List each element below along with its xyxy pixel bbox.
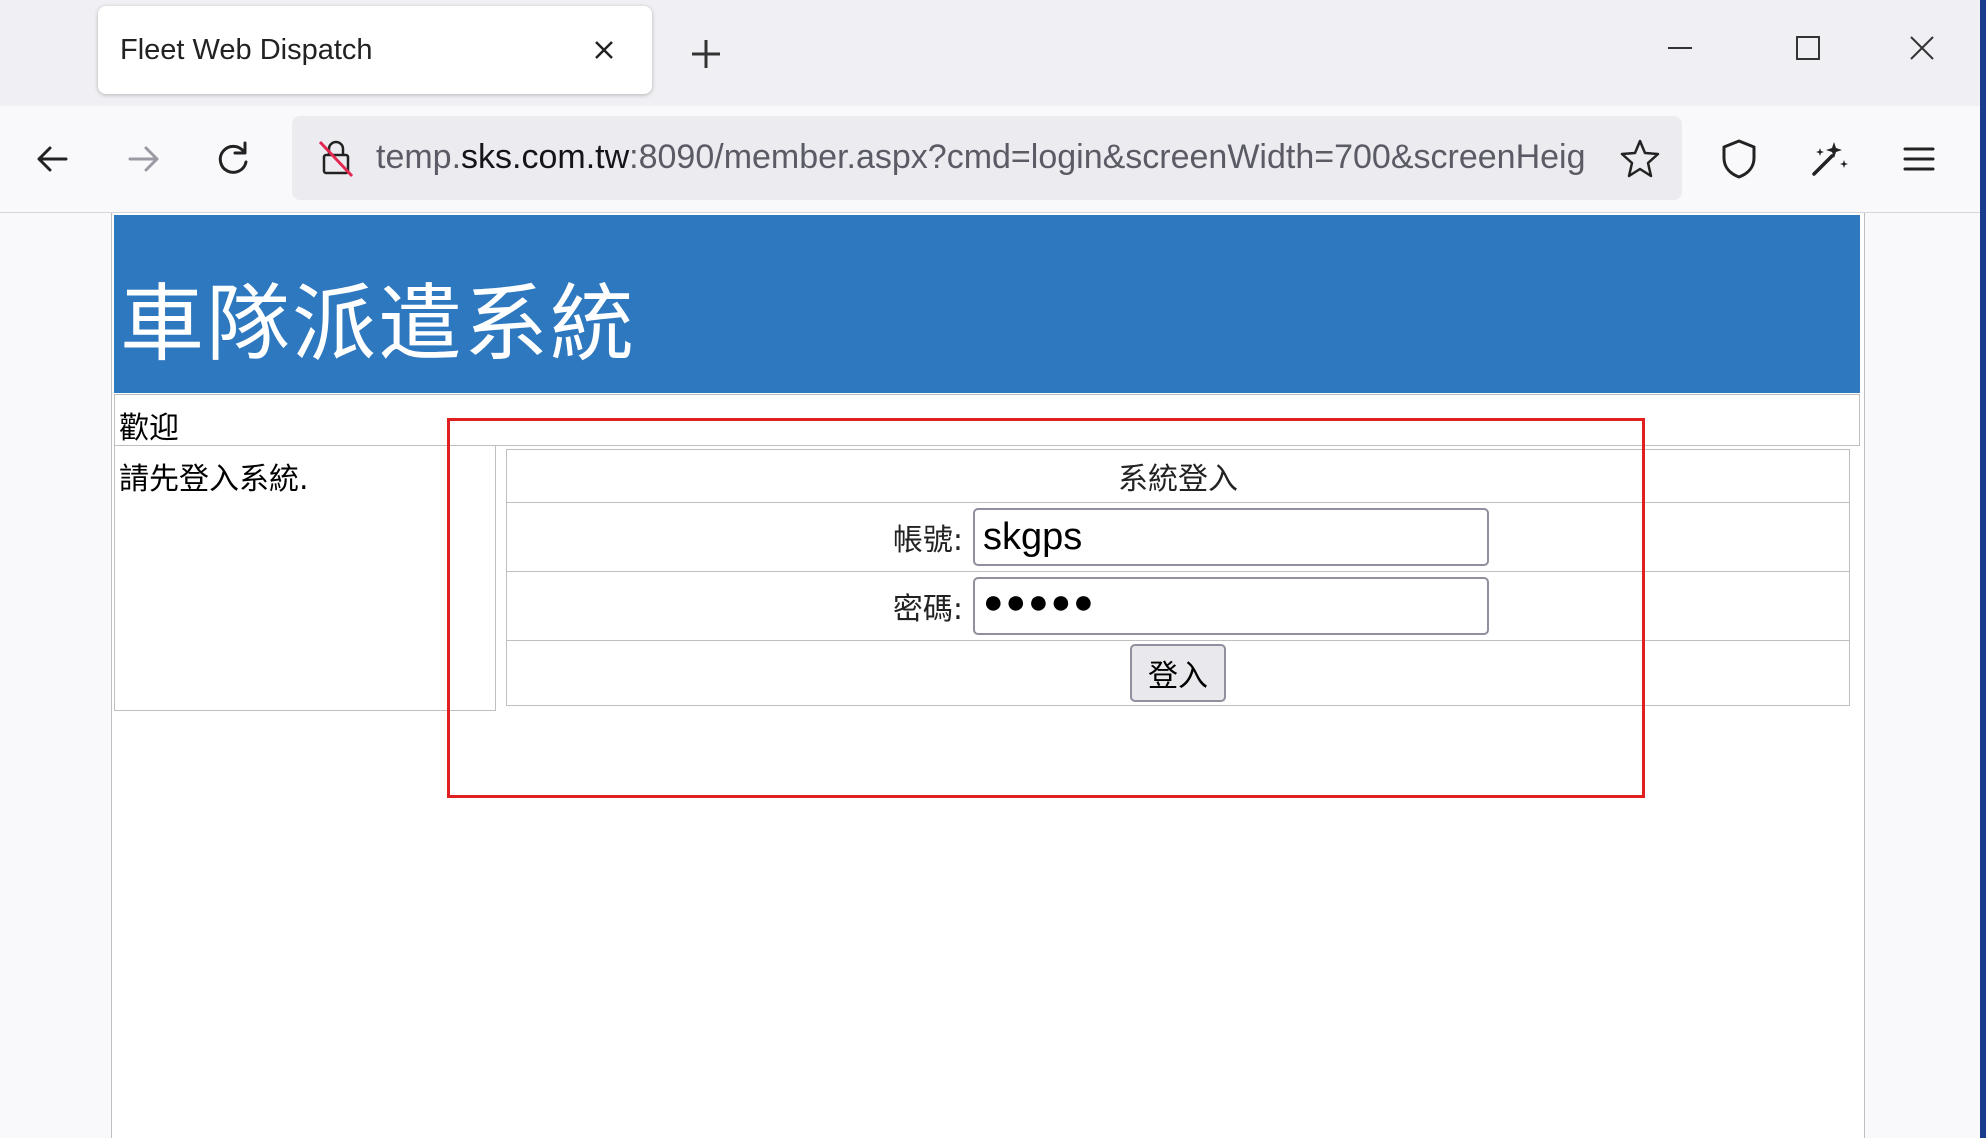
close-icon[interactable] (588, 34, 620, 66)
forward-arrow-icon[interactable] (120, 136, 166, 182)
hamburger-menu-icon[interactable] (1896, 136, 1942, 182)
plus-icon[interactable] (686, 34, 726, 74)
login-title-row: 系統登入 (506, 449, 1850, 503)
insecure-lock-icon[interactable] (314, 136, 358, 180)
url-prefix: temp. (376, 138, 462, 176)
submit-row: 登入 (506, 640, 1850, 706)
login-title: 系統登入 (506, 449, 1850, 503)
navigation-toolbar: temp.sks.com.tw:8090/member.aspx?cmd=log… (0, 106, 1980, 213)
tab-fleet-web-dispatch[interactable]: Fleet Web Dispatch (98, 6, 652, 94)
password-row: 密碼: ●●●●● (506, 571, 1850, 641)
url-path: :8090/member.aspx?cmd=login&screenWidth=… (629, 138, 1586, 176)
account-row: 帳號: (506, 502, 1850, 572)
account-label: 帳號: (892, 523, 963, 558)
reload-icon[interactable] (210, 136, 256, 182)
tab-strip: Fleet Web Dispatch (0, 0, 1980, 106)
account-input[interactable] (973, 508, 1489, 566)
page-viewport: 車隊派遣系統 歡迎 請先登入系統. 系統登入 帳號:skgps 密碼: ●●●●… (0, 213, 1980, 1138)
password-input[interactable]: ●●●●● (973, 577, 1489, 635)
url-host: sks.com.tw (461, 138, 630, 176)
tab-title: Fleet Web Dispatch (120, 34, 373, 66)
back-arrow-icon[interactable] (30, 136, 76, 182)
welcome-row: 歡迎 (114, 394, 1860, 446)
password-label: 密碼: (892, 592, 963, 627)
window-edge (1980, 0, 1986, 1138)
login-form: 系統登入 帳號: 密碼: ●●●●● 登入 (506, 449, 1850, 706)
extensions-icon[interactable] (1806, 136, 1852, 182)
header-banner: 車隊派遣系統 (114, 215, 1860, 393)
star-icon[interactable] (1618, 136, 1662, 180)
shield-icon[interactable] (1716, 136, 1762, 182)
url-text[interactable]: temp.sks.com.tw:8090/member.aspx?cmd=log… (376, 138, 1686, 177)
minimize-icon[interactable] (1662, 30, 1698, 66)
close-window-icon[interactable] (1904, 30, 1940, 66)
maximize-icon[interactable] (1790, 30, 1826, 66)
page-container: 車隊派遣系統 歡迎 請先登入系統. 系統登入 帳號:skgps 密碼: ●●●●… (111, 213, 1865, 1138)
login-prompt-text: 請先登入系統. (119, 462, 309, 497)
browser-window: Fleet Web Dispatch temp.sks.com.tw:8090/… (0, 0, 1986, 1138)
page-title: 車隊派遣系統 (120, 275, 637, 373)
left-message-cell: 請先登入系統. (114, 445, 496, 711)
welcome-text: 歡迎 (119, 411, 179, 446)
login-button[interactable]: 登入 (1130, 644, 1226, 702)
url-bar[interactable]: temp.sks.com.tw:8090/member.aspx?cmd=log… (292, 116, 1682, 200)
